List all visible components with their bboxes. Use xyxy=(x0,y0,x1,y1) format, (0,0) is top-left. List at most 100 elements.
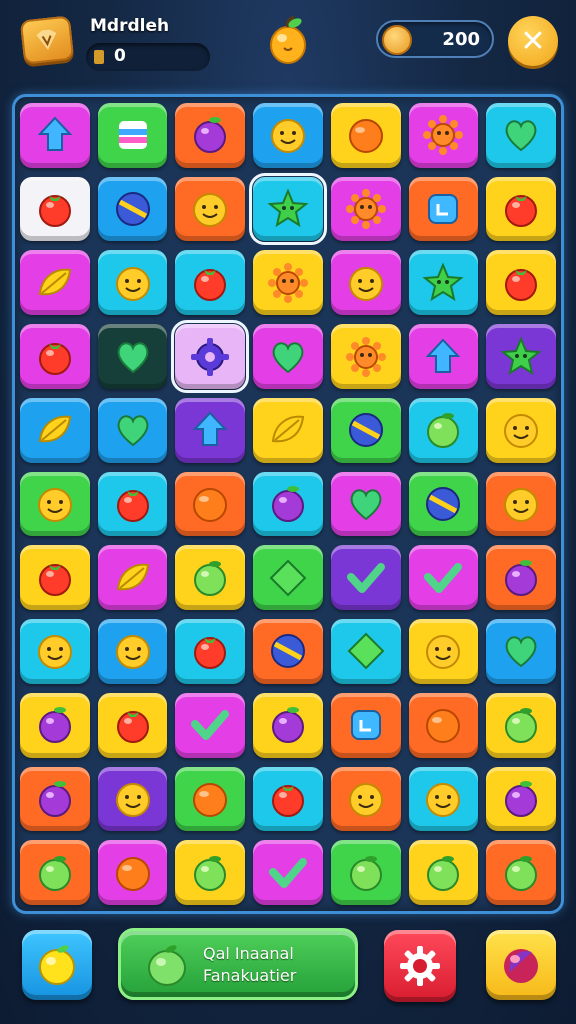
board-tile[interactable] xyxy=(97,692,168,758)
board-tile[interactable] xyxy=(408,840,479,905)
board-tile[interactable] xyxy=(486,692,556,758)
board-tile[interactable] xyxy=(171,320,250,393)
board-tile[interactable] xyxy=(97,766,168,832)
board-tile[interactable] xyxy=(408,250,479,316)
board-tile[interactable] xyxy=(20,692,90,758)
board-tile[interactable] xyxy=(20,250,90,316)
board-tile[interactable] xyxy=(330,250,401,316)
board-tile[interactable] xyxy=(486,103,556,168)
board-tile[interactable] xyxy=(175,471,246,537)
board-tile[interactable] xyxy=(253,692,323,758)
board-tile[interactable] xyxy=(253,619,323,684)
board-tile[interactable] xyxy=(408,324,479,389)
board-tile[interactable] xyxy=(97,250,168,316)
lemon-booster-button[interactable] xyxy=(22,930,92,1000)
sun-icon xyxy=(267,262,308,303)
board-tile[interactable] xyxy=(330,397,401,463)
leaf-icon xyxy=(38,268,71,296)
board-tile[interactable] xyxy=(408,545,479,611)
board-tile[interactable] xyxy=(408,692,479,758)
board-tile[interactable] xyxy=(330,545,401,611)
level-badge[interactable] xyxy=(19,15,75,65)
board-tile[interactable] xyxy=(408,471,479,537)
board-tile[interactable] xyxy=(20,619,90,684)
board-tile[interactable] xyxy=(97,397,168,463)
board-tile[interactable] xyxy=(20,397,90,463)
board-tile[interactable] xyxy=(486,324,556,389)
lock-icon xyxy=(94,50,104,64)
board-tile[interactable] xyxy=(486,397,556,463)
board-tile[interactable] xyxy=(175,692,246,758)
tomato-icon xyxy=(38,563,71,596)
board-tile[interactable] xyxy=(20,545,90,611)
board-tile[interactable] xyxy=(249,172,327,246)
board-tile[interactable] xyxy=(175,103,246,168)
berry-icon xyxy=(194,117,227,154)
board-tile[interactable] xyxy=(20,840,90,905)
tomato-icon xyxy=(271,784,304,817)
board-tile[interactable] xyxy=(486,545,556,611)
berry-icon xyxy=(271,485,304,522)
board-tile[interactable] xyxy=(330,471,401,537)
settings-button[interactable] xyxy=(384,930,456,1002)
board-tile[interactable] xyxy=(97,176,168,242)
smiley-icon xyxy=(37,487,72,522)
board-tile[interactable] xyxy=(408,397,479,463)
board-tile[interactable] xyxy=(486,250,556,316)
board-tile[interactable] xyxy=(330,840,401,905)
board-tile[interactable] xyxy=(486,840,556,905)
board-tile[interactable] xyxy=(20,766,90,832)
board-tile[interactable] xyxy=(97,103,168,168)
pomegranate-icon xyxy=(504,949,538,983)
arrow-icon xyxy=(37,116,73,152)
board-tile[interactable] xyxy=(408,619,479,684)
board-tile[interactable] xyxy=(408,766,479,832)
board-tile[interactable] xyxy=(253,324,323,389)
board-tile[interactable] xyxy=(175,176,246,242)
board-tile[interactable] xyxy=(408,176,479,242)
board-tile[interactable] xyxy=(486,619,556,684)
board-tile[interactable] xyxy=(330,692,401,758)
board-tile[interactable] xyxy=(253,766,323,832)
berry-icon xyxy=(271,707,304,744)
board-tile[interactable] xyxy=(253,250,323,316)
board-tile[interactable] xyxy=(97,545,168,611)
board-tile[interactable] xyxy=(330,103,401,168)
berry-icon xyxy=(505,559,538,596)
board-tile[interactable] xyxy=(253,103,323,168)
board-tile[interactable] xyxy=(408,103,479,168)
board-tile[interactable] xyxy=(175,840,246,905)
board-tile[interactable] xyxy=(20,324,90,389)
board-tile[interactable] xyxy=(20,471,90,537)
board-tile[interactable] xyxy=(486,766,556,832)
smiley-icon xyxy=(270,119,305,154)
board-tile[interactable] xyxy=(330,324,401,389)
board-tile[interactable] xyxy=(97,324,168,389)
smiley-icon xyxy=(37,635,72,670)
board-tile[interactable] xyxy=(97,619,168,684)
board-tile[interactable] xyxy=(486,176,556,242)
booster-button[interactable] xyxy=(486,930,556,1000)
main-action-button[interactable]: Qal Inaanal Fanakuatier xyxy=(118,928,358,1000)
board-tile[interactable] xyxy=(253,545,323,611)
orange-fruit-icon xyxy=(264,14,312,66)
board-tile[interactable] xyxy=(20,103,90,168)
board-tile[interactable] xyxy=(253,397,323,463)
board-tile[interactable] xyxy=(330,619,401,684)
board-tile[interactable] xyxy=(330,176,401,242)
board-tile[interactable] xyxy=(486,471,556,537)
close-button[interactable]: ✕ xyxy=(508,16,558,66)
board-tile[interactable] xyxy=(253,840,323,905)
board-tile[interactable] xyxy=(97,840,168,905)
board-tile[interactable] xyxy=(20,176,90,242)
board-tile[interactable] xyxy=(97,471,168,537)
tomato-icon xyxy=(38,342,71,375)
board-tile[interactable] xyxy=(175,766,246,832)
board-tile[interactable] xyxy=(175,250,246,316)
board-tile[interactable] xyxy=(253,471,323,537)
board-tile[interactable] xyxy=(175,397,246,463)
board-tile[interactable] xyxy=(175,619,246,684)
board-tile[interactable] xyxy=(330,766,401,832)
tomato-icon xyxy=(194,268,227,301)
board-tile[interactable] xyxy=(175,545,246,611)
